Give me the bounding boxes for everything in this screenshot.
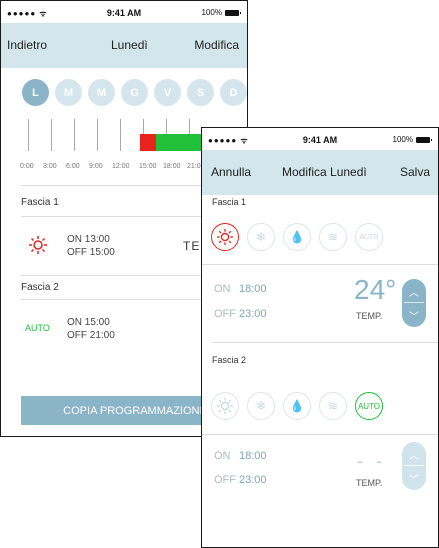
day-monday[interactable]: L: [22, 79, 49, 106]
battery-status: 100%: [201, 8, 241, 17]
chevron-down-icon: ﹀: [409, 311, 419, 323]
battery-icon: [225, 9, 241, 16]
divider: [212, 342, 438, 343]
slot1-on-label: ON: [214, 283, 231, 295]
slot2-mode-selector: ❄ 💧 ≋ AUTO: [211, 392, 383, 420]
slot2-temp-value: - -: [357, 451, 386, 471]
heat-segment: [140, 134, 156, 151]
slot1-times: ON 13:00 OFF 15:00: [67, 233, 115, 259]
temp-down-button[interactable]: ﹀: [402, 466, 426, 490]
divider: [202, 434, 438, 435]
slot2-off-time: OFF 21:00: [67, 330, 115, 341]
slot2-label: Fascia 2: [21, 282, 59, 293]
snowflake-icon: ❄: [255, 230, 267, 244]
auto-mode-label: AUTO: [25, 323, 50, 333]
fan-mode-button[interactable]: ≋: [319, 223, 347, 251]
hour-label: 3:00: [43, 163, 57, 170]
slot1-mode-selector: ❄ 💧 ≋ AUTO: [211, 223, 383, 251]
battery-percent: 100%: [201, 8, 222, 17]
edit-button[interactable]: Modifica: [194, 38, 239, 52]
battery-icon: [416, 136, 432, 143]
slot1-label: Fascia 1: [212, 197, 247, 207]
temp-down-button[interactable]: ﹀: [402, 303, 426, 327]
hour-label: 18:00: [163, 163, 181, 170]
nav-bar: Indietro Lunedì Modifica: [1, 23, 247, 68]
day-saturday[interactable]: S: [187, 79, 214, 106]
sun-icon: [29, 236, 47, 254]
slot1-on-time[interactable]: 18:00: [239, 283, 267, 295]
page-title: Lunedì: [111, 38, 148, 52]
day-tuesday[interactable]: M: [55, 79, 82, 106]
hour-label: 12:00: [112, 163, 130, 170]
save-button[interactable]: Salva: [400, 165, 430, 179]
day-wednesday[interactable]: M: [88, 79, 115, 106]
slot2-temp-stepper: ︿ ﹀: [402, 442, 426, 490]
heat-mode-button[interactable]: [211, 223, 239, 251]
chevron-up-icon: ︿: [409, 287, 419, 299]
slot1-on-time: ON 13:00: [67, 234, 110, 245]
timeline-tick: [51, 119, 52, 151]
heat-mode-button[interactable]: [211, 392, 239, 420]
cool-mode-button[interactable]: ❄: [247, 223, 275, 251]
hour-label: 6:00: [66, 163, 80, 170]
hour-label: 0:00: [20, 163, 34, 170]
status-bar: ●●●●● ᯤ 9:41 AM 100%: [1, 1, 247, 23]
hour-label: 15:00: [139, 163, 157, 170]
cool-mode-button[interactable]: ❄: [247, 392, 275, 420]
sun-icon: [217, 229, 233, 245]
timeline-tick: [97, 119, 98, 151]
slot2-on-label: ON: [214, 450, 231, 462]
auto-label: AUTO: [357, 401, 381, 411]
slot2-on-time[interactable]: 18:00: [239, 450, 267, 462]
auto-label: AUTO: [359, 233, 379, 241]
slot2-off-time[interactable]: 23:00: [239, 474, 267, 486]
slot1-off-time: OFF 15:00: [67, 247, 115, 258]
dry-mode-button[interactable]: 💧: [283, 223, 311, 251]
drops-icon: 💧: [289, 399, 305, 413]
battery-status: 100%: [392, 135, 432, 144]
battery-percent: 100%: [392, 135, 413, 144]
timeline-tick: [74, 119, 75, 151]
auto-mode-button[interactable]: AUTO: [355, 223, 383, 251]
slot1-temp-value: 24°: [354, 274, 397, 305]
timeline-tick: [28, 119, 29, 151]
cancel-button[interactable]: Annulla: [211, 165, 251, 179]
page-title: Modifica Lunedì: [282, 165, 367, 179]
chevron-up-icon: ︿: [409, 450, 419, 462]
wind-icon: ≋: [327, 230, 339, 244]
back-button[interactable]: Indietro: [7, 38, 47, 52]
slot1-temp-stepper: ︿ ﹀: [402, 279, 426, 327]
edit-screen: ●●●●● ᯤ 9:41 AM 100% Annulla Modifica Lu…: [201, 127, 439, 548]
slot1-off-time[interactable]: 23:00: [239, 308, 267, 320]
auto-mode-button[interactable]: AUTO: [355, 392, 383, 420]
temp-up-button[interactable]: ︿: [402, 279, 426, 303]
temp-up-button[interactable]: ︿: [402, 442, 426, 466]
chevron-down-icon: ﹀: [409, 474, 419, 486]
day-selector: L M M G V S D: [22, 79, 247, 106]
wind-icon: ≋: [327, 399, 339, 413]
dry-mode-button[interactable]: 💧: [283, 392, 311, 420]
snowflake-icon: ❄: [255, 399, 267, 413]
slot2-label: Fascia 2: [212, 355, 247, 365]
day-friday[interactable]: V: [154, 79, 181, 106]
slot2-on-time: ON 15:00: [67, 317, 110, 328]
slot2-times: ON 15:00 OFF 21:00: [67, 316, 115, 342]
divider: [202, 264, 438, 265]
slot2-off-label: OFF: [214, 474, 236, 486]
status-bar: ●●●●● ᯤ 9:41 AM 100%: [202, 128, 438, 150]
nav-bar: Annulla Modifica Lunedì Salva: [202, 150, 438, 195]
slot2-temp-label: TEMP.: [356, 478, 383, 488]
day-thursday[interactable]: G: [121, 79, 148, 106]
slot1-temp-label: TEMP.: [356, 311, 383, 321]
drops-icon: 💧: [289, 230, 305, 244]
sun-icon: [217, 398, 233, 414]
slot1-label: Fascia 1: [21, 197, 59, 208]
day-sunday[interactable]: D: [220, 79, 247, 106]
hour-label: 9:00: [89, 163, 103, 170]
timeline-tick: [120, 119, 121, 151]
fan-mode-button[interactable]: ≋: [319, 392, 347, 420]
slot1-off-label: OFF: [214, 308, 236, 320]
